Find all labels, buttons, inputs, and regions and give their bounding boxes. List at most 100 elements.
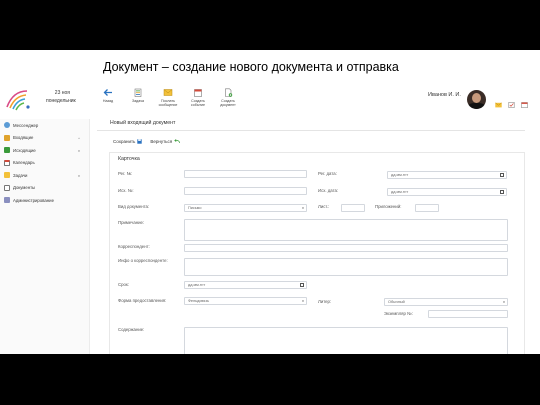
calendar-icon[interactable]: [300, 283, 304, 287]
return-button[interactable]: Вернуться: [150, 139, 181, 144]
copy-no-input[interactable]: [428, 310, 508, 318]
message-icon: [163, 89, 173, 96]
header-icons: [495, 95, 528, 108]
create-event-label: Создать событие: [190, 99, 206, 108]
sidebar-item-incoming[interactable]: Входящие ^: [0, 132, 89, 145]
task-button[interactable]: Задача: [125, 87, 151, 107]
document-icon: [225, 88, 233, 97]
deadline-placeholder: дд.мм.гггг: [188, 283, 206, 287]
create-event-button[interactable]: Создать событие: [185, 87, 211, 107]
sidebar-item-label: Календарь: [13, 160, 35, 166]
reg-date-input[interactable]: дд.мм.гггг: [387, 171, 507, 179]
form-actions: Сохранить Вернуться: [113, 139, 181, 144]
task-button-label: Задача: [131, 99, 145, 103]
inbox-icon: [4, 134, 10, 141]
current-date: 23 ноя понедельник: [46, 90, 76, 104]
save-label: Сохранить: [113, 139, 136, 144]
content-textarea[interactable]: [184, 327, 508, 354]
stamp-select[interactable]: Обычный v: [384, 298, 508, 306]
outbox-icon: [4, 147, 10, 154]
attachments-input[interactable]: [415, 204, 439, 212]
mail-icon[interactable]: [495, 95, 502, 108]
chevron-up-icon[interactable]: ^: [78, 136, 80, 141]
chevron-down-icon: v: [503, 299, 505, 304]
sidebar-item-label: Входящие: [13, 135, 34, 141]
ref-date-placeholder: дд.мм.гггг: [391, 190, 409, 194]
send-message-label: Послать сообщение: [158, 99, 178, 108]
logo-icon: [6, 90, 30, 111]
main-content: Новый входящий документ Сохранить Вернут…: [97, 118, 525, 354]
slide-title: Документ – создание нового документа и о…: [103, 60, 399, 74]
user-avatar[interactable]: [467, 90, 486, 109]
chevron-down-icon: v: [302, 205, 304, 210]
deadline-input[interactable]: дд.мм.гггг: [184, 281, 307, 289]
stamp-label: Литер:: [318, 299, 332, 304]
send-message-button[interactable]: Послать сообщение: [155, 87, 181, 107]
divider: [97, 130, 525, 131]
sidebar-item-messenger[interactable]: Мессенджер: [0, 119, 89, 132]
toolbar: Назад Задача Послать сообщение Создать с…: [95, 87, 241, 107]
document-icon: [4, 184, 10, 191]
sidebar-item-calendar[interactable]: Календарь: [0, 157, 89, 170]
stamp-value: Обычный: [388, 300, 405, 304]
note-textarea[interactable]: [184, 219, 508, 241]
doc-type-value: Письмо: [188, 206, 202, 210]
attachments-label: Приложений:: [375, 204, 402, 209]
correspondent-input[interactable]: [184, 244, 508, 252]
correspondent-label: Корреспондент:: [118, 244, 150, 249]
user-name: Иванов И. И.: [428, 92, 461, 98]
tasks-icon[interactable]: [508, 95, 515, 108]
ref-date-label: Исх. дата:: [318, 188, 339, 193]
floppy-disk-icon: [137, 139, 143, 144]
sidebar-item-label: Администрирование: [13, 197, 54, 203]
calendar-icon[interactable]: [500, 190, 504, 194]
back-button-label: Назад: [102, 99, 114, 103]
ref-no-label: Исх. №:: [118, 188, 134, 193]
calendar-icon: [194, 89, 202, 97]
page-heading: Новый входящий документ: [110, 120, 176, 126]
back-button[interactable]: Назад: [95, 87, 121, 107]
reg-no-input[interactable]: [184, 170, 307, 178]
reg-date-label: Рег. дата:: [318, 171, 337, 176]
doc-type-label: Вид документа:: [118, 204, 150, 209]
correspondent-info-input[interactable]: [184, 258, 508, 276]
delivery-select[interactable]: Фельдсвязь v: [184, 297, 307, 305]
sidebar-item-tasks[interactable]: Задачи v: [0, 169, 89, 182]
chevron-down-icon: v: [302, 298, 304, 303]
calendar-header-icon[interactable]: [521, 95, 528, 108]
reg-date-placeholder: дд.мм.гггг: [391, 173, 409, 177]
calendar-icon: [4, 159, 10, 166]
ref-date-input[interactable]: дд.мм.гггг: [387, 188, 507, 196]
tasks-icon: [4, 172, 10, 179]
app-window: 23 ноя понедельник Назад Задача Послать …: [0, 82, 540, 354]
sidebar-item-admin[interactable]: Администрирование: [0, 194, 89, 207]
sidebar-item-label: Мессенджер: [13, 122, 39, 128]
chevron-down-icon[interactable]: v: [78, 173, 80, 178]
document-card: Карточка Рег. №: Рег. дата: дд.мм.гггг И…: [109, 152, 525, 354]
sidebar-item-label: Задачи: [13, 172, 28, 178]
card-title: Карточка: [118, 156, 140, 162]
create-document-label: Создать документ: [220, 99, 236, 108]
messenger-icon: [4, 122, 10, 129]
sidebar-item-label: Исходящие: [13, 147, 36, 153]
calendar-icon[interactable]: [500, 173, 504, 177]
delivery-value: Фельдсвязь: [188, 299, 209, 303]
reg-no-label: Рег. №:: [118, 171, 133, 176]
ref-no-input[interactable]: [184, 187, 307, 195]
save-button[interactable]: Сохранить: [113, 139, 143, 144]
doc-type-select[interactable]: Письмо v: [184, 204, 307, 212]
chevron-down-icon[interactable]: v: [78, 148, 80, 153]
deadline-label: Срок:: [118, 282, 129, 287]
delivery-label: Форма предоставления:: [118, 298, 167, 303]
sidebar-item-outgoing[interactable]: Исходящие v: [0, 144, 89, 157]
admin-icon: [4, 197, 10, 204]
sheets-label: Лист.:: [318, 204, 330, 209]
note-label: Примечание:: [118, 220, 145, 225]
sheets-input[interactable]: [341, 204, 365, 212]
correspondent-info-label: Инфо о корреспонденте:: [118, 258, 168, 263]
create-document-button[interactable]: Создать документ: [215, 87, 241, 107]
presentation-slide: Документ – создание нового документа и о…: [0, 50, 540, 354]
return-label: Вернуться: [150, 139, 173, 144]
sidebar-item-documents[interactable]: Документы: [0, 182, 89, 195]
sidebar: Мессенджер Входящие ^ Исходящие v Календ…: [0, 119, 90, 354]
